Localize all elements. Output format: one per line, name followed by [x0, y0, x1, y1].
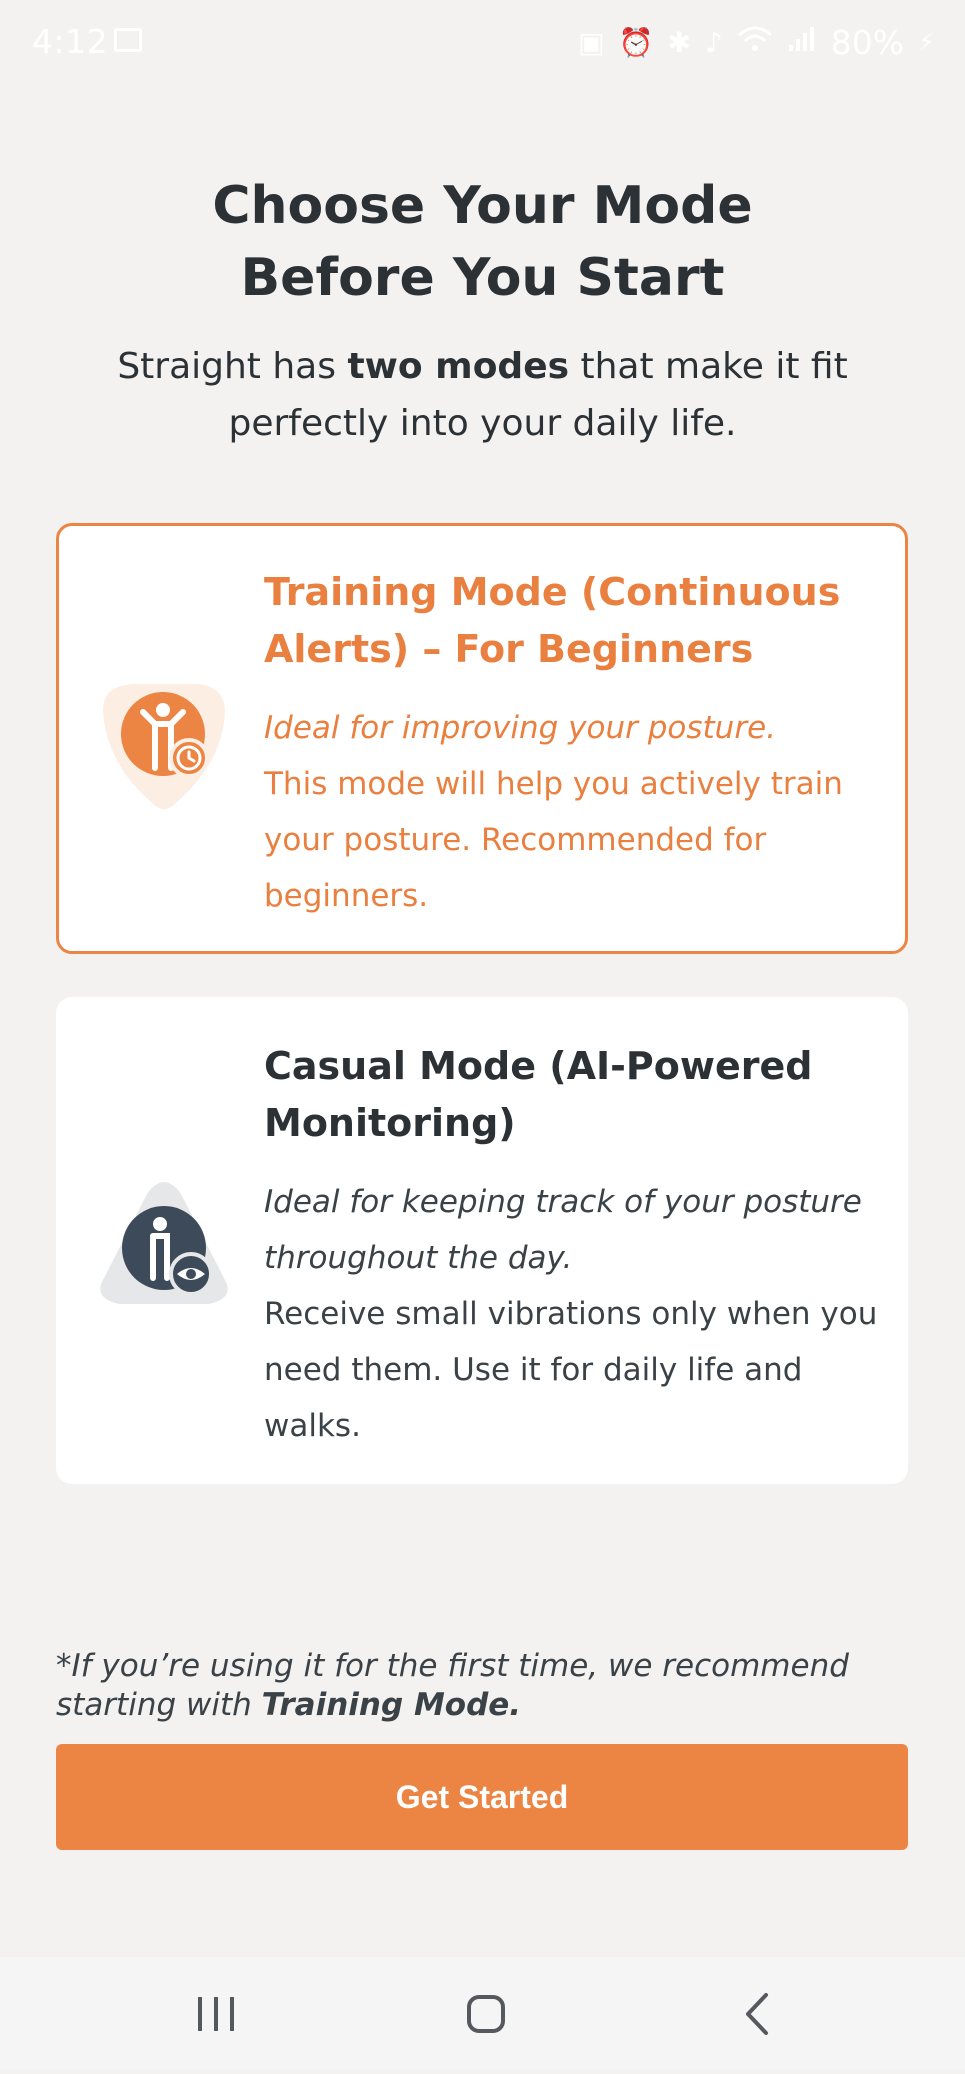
status-icons: ▣ ⏰ ✱ ♪ 80% ⚡	[578, 22, 935, 62]
subtitle-text-pre: Straight has	[117, 346, 348, 387]
training-mode-tagline: Ideal for improving your posture.	[264, 710, 776, 746]
wifi-icon	[737, 25, 773, 60]
status-time: 4:12	[32, 22, 109, 61]
casual-mode-detail: Receive small vibrations only when you n…	[264, 1296, 878, 1444]
training-mode-card[interactable]: Training Mode (Continuous Alerts) – For …	[56, 523, 908, 954]
casual-mode-title: Casual Mode (AI-Powered Monitoring)	[264, 1044, 813, 1145]
back-icon	[746, 1993, 768, 2035]
bluetooth-icon: ✱	[667, 25, 691, 59]
training-mode-body: Training Mode (Continuous Alerts) – For …	[264, 564, 884, 924]
casual-mode-description: Ideal for keeping track of your posture …	[264, 1174, 884, 1454]
signal-icon	[787, 25, 817, 60]
recents-button[interactable]	[136, 1957, 296, 2070]
mute-icon: ♪	[704, 25, 723, 59]
title-line-2: Before You Start	[240, 248, 725, 308]
casual-mode-body: Casual Mode (AI-Powered Monitoring) Idea…	[264, 1038, 884, 1454]
battery-icon: ⚡	[918, 28, 935, 56]
note-bold: Training Mode.	[261, 1687, 522, 1723]
subtitle-bold: two modes	[347, 346, 570, 387]
image-icon	[114, 28, 142, 52]
nfc-icon: ▣	[578, 25, 605, 59]
system-nav-bar	[0, 1957, 965, 2070]
battery-percent: 80%	[830, 22, 905, 62]
home-icon	[467, 1995, 505, 2033]
training-mode-detail: This mode will help you actively train y…	[264, 766, 843, 914]
back-button[interactable]	[676, 1957, 836, 2070]
training-mode-description: Ideal for improving your posture. This m…	[264, 700, 884, 924]
casual-mode-card[interactable]: Casual Mode (AI-Powered Monitoring) Idea…	[56, 997, 908, 1484]
page-title: Choose Your Mode Before You Start	[0, 170, 965, 314]
page-subtitle: Straight has two modes that make it fit …	[80, 338, 885, 452]
status-bar: 4:12 ▣ ⏰ ✱ ♪ 80% ⚡	[0, 0, 965, 86]
casual-person-eye-icon	[93, 1170, 235, 1312]
casual-mode-tagline: Ideal for keeping track of your posture …	[264, 1184, 862, 1276]
get-started-button[interactable]: Get Started	[56, 1744, 908, 1850]
recents-icon	[198, 1997, 234, 2031]
home-button[interactable]	[406, 1957, 566, 2070]
alarm-icon: ⏰	[618, 25, 654, 59]
title-line-1: Choose Your Mode	[212, 176, 753, 236]
recommendation-note: *If you’re using it for the first time, …	[56, 1647, 916, 1725]
training-mode-title: Training Mode (Continuous Alerts) – For …	[264, 570, 841, 671]
training-person-timer-icon	[93, 672, 235, 814]
